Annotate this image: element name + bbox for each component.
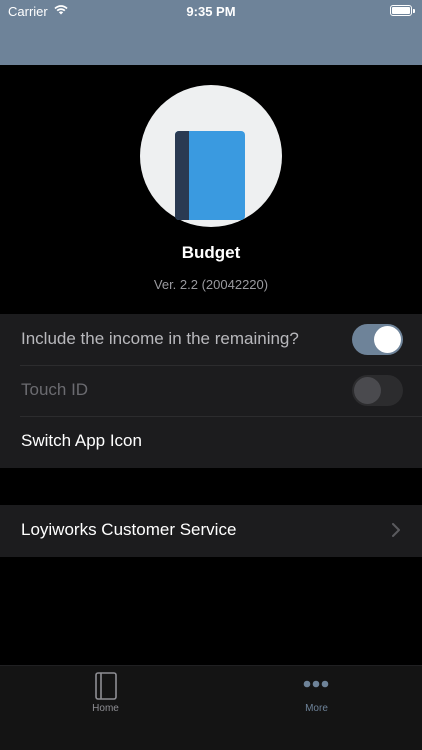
- customer-service-row[interactable]: Loyiworks Customer Service: [0, 505, 422, 556]
- toggle-knob: [374, 326, 401, 353]
- battery-icon: [390, 5, 415, 16]
- touch-id-label: Touch ID: [21, 380, 89, 399]
- switch-app-icon-label: Switch App Icon: [21, 431, 142, 450]
- customer-service-label: Loyiworks Customer Service: [21, 520, 237, 539]
- ellipsis-icon: [303, 680, 329, 688]
- app-name: Budget: [181, 243, 241, 262]
- touch-id-row: Touch ID: [0, 365, 422, 416]
- tab-bar: Home More: [0, 665, 422, 715]
- include-income-row: Include the income in the remaining?: [0, 314, 422, 365]
- home-indicator-area: [0, 715, 422, 750]
- settings-screen: Carrier 9:35 PM Budget Ver. 2.2 (2004222…: [0, 0, 422, 750]
- settings-group: Include the income in the remaining? Tou…: [0, 314, 422, 468]
- status-bar: Carrier 9:35 PM: [0, 0, 422, 22]
- app-icon: [140, 85, 282, 227]
- include-income-toggle[interactable]: [352, 324, 403, 355]
- touch-id-toggle[interactable]: [352, 375, 403, 406]
- book-outline-icon: [95, 672, 117, 700]
- app-version: Ver. 2.2 (20042220): [153, 277, 269, 292]
- switch-app-icon-row[interactable]: Switch App Icon: [0, 416, 422, 467]
- clock: 9:35 PM: [186, 4, 236, 19]
- app-info-header: Budget Ver. 2.2 (20042220): [0, 65, 422, 314]
- tab-more[interactable]: More: [211, 666, 422, 716]
- support-group: Loyiworks Customer Service: [0, 505, 422, 557]
- tab-home[interactable]: Home: [0, 666, 211, 716]
- tab-more-label: More: [305, 703, 328, 714]
- toggle-knob: [354, 377, 381, 404]
- chevron-right-icon: [392, 523, 400, 537]
- navigation-bar: Carrier 9:35 PM: [0, 0, 422, 65]
- tab-home-label: Home: [92, 703, 119, 714]
- include-income-label: Include the income in the remaining?: [21, 329, 299, 348]
- book-icon: [175, 131, 245, 220]
